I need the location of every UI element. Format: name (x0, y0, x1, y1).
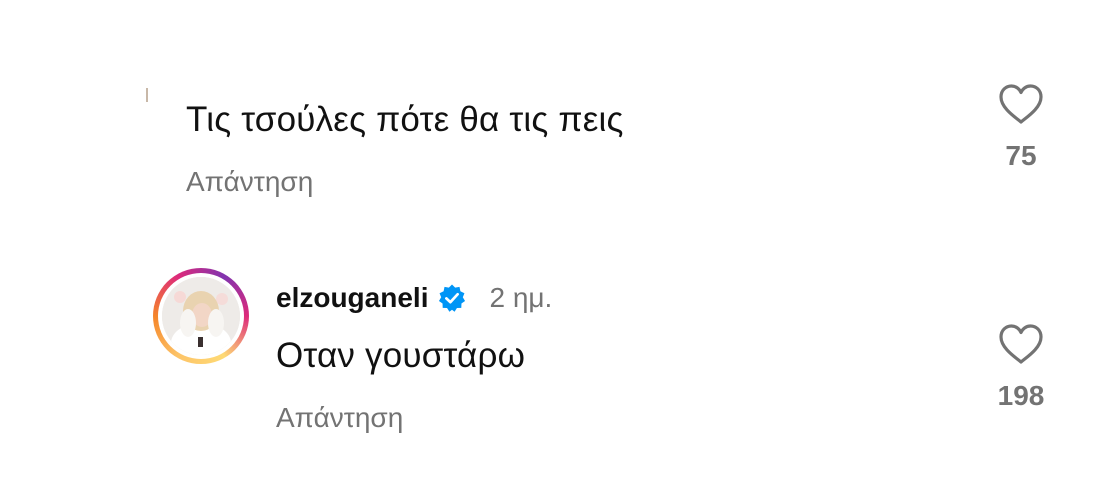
comment-text: Τις τσούλες πότε θα τις πεις (186, 100, 624, 139)
like-column: 75 (976, 82, 1066, 172)
avatar (162, 277, 240, 355)
timestamp: 2 ημ. (489, 282, 553, 313)
avatar-photo (162, 277, 240, 355)
comments-screen: Τις τσούλες πότε θα τις πεις Απάντηση 75 (0, 0, 1100, 480)
comment-header: elzouganeli 2 ημ. (276, 276, 552, 320)
like-count: 198 (997, 380, 1045, 411)
heart-icon[interactable] (997, 322, 1045, 366)
username[interactable]: elzouganeli (276, 282, 428, 314)
comment-text: Οταν γουστάρω (276, 336, 526, 375)
avatar-edge-fragment (146, 88, 148, 102)
avatar-story-ring[interactable] (153, 268, 249, 364)
reply-button[interactable]: Απάντηση (186, 166, 313, 198)
comment-item: elzouganeli 2 ημ. Οταν γουστάρω Απάντηση… (0, 230, 1100, 480)
like-column: 198 (976, 322, 1066, 412)
reply-button[interactable]: Απάντηση (276, 402, 403, 434)
verified-badge-icon (439, 284, 466, 312)
comment-item: Τις τσούλες πότε θα τις πεις Απάντηση 75 (0, 0, 1100, 230)
heart-icon[interactable] (997, 82, 1045, 126)
like-count: 75 (1005, 140, 1037, 171)
